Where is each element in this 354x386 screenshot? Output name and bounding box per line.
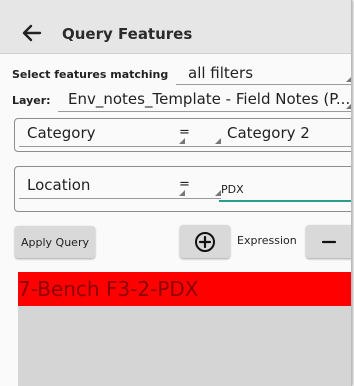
minus-icon [321,240,337,243]
condition-row-category: Category = Category 2 [14,118,351,152]
dropdown-arrow-icon [346,76,351,82]
match-value: all filters [188,64,254,82]
field-select[interactable]: Location [19,175,187,199]
page-title: Query Features [62,25,193,43]
add-expression-button[interactable] [180,225,230,258]
match-label: Select features matching [12,68,169,81]
match-row: Select features matching all filters [12,63,351,85]
field-select[interactable]: Category [19,123,187,147]
value-input[interactable] [219,178,351,202]
query-features-panel: Query Features Select features matching … [0,0,352,386]
match-select[interactable]: all filters [176,63,351,85]
value-value: Category 2 [227,124,310,142]
list-item[interactable]: 7-Bench F3-2-PDX [18,272,351,306]
operator-value: = [179,125,190,140]
layer-value: Env_notes_Template - Field Notes (P... [68,90,351,108]
field-value: Category [27,124,96,142]
operator-value: = [179,177,190,192]
operator-select[interactable]: = [175,123,221,147]
expression-label: Expression [237,234,297,247]
result-label: 7-Bench F3-2-PDX [18,277,199,301]
layer-row: Layer: Env_notes_Template - Field Notes … [12,88,351,112]
layer-label: Layer: [12,94,51,107]
results-list: 7-Bench F3-2-PDX [18,272,351,386]
field-value: Location [27,176,91,194]
remove-expression-button[interactable] [306,225,351,258]
circle-plus-icon [195,231,215,252]
operator-select[interactable]: = [175,175,221,199]
value-select[interactable]: Category 2 [219,123,351,147]
app-bar: Query Features [0,0,351,54]
apply-query-button[interactable]: Apply Query [15,226,95,258]
condition-row-location: Location = [14,166,351,212]
arrow-left-icon[interactable] [20,21,44,45]
layer-select[interactable]: Env_notes_Template - Field Notes (P... [58,88,351,112]
dropdown-arrow-icon [346,103,351,109]
